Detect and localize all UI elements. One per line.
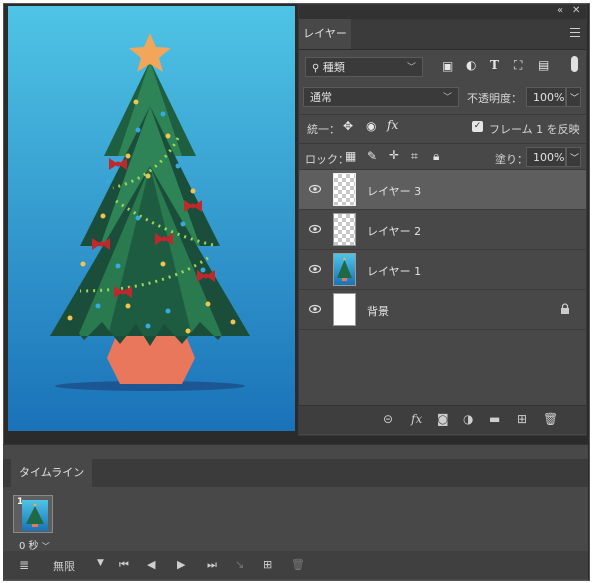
layer-row[interactable]: レイヤー 1 (299, 250, 586, 290)
collapse-panels-icon[interactable]: « (557, 5, 563, 16)
layer-name: レイヤー 1 (367, 265, 422, 278)
lock-image-pixels-icon[interactable]: ✎ (367, 149, 377, 163)
layer-row[interactable]: レイヤー 2 (299, 210, 586, 250)
document-canvas[interactable] (8, 6, 295, 431)
panel-menu-icon[interactable] (570, 28, 580, 38)
opacity-input[interactable]: 100% (526, 87, 566, 107)
timeline-tab-row: タイムライン (3, 459, 588, 487)
first-frame-icon[interactable]: ⏮ (119, 558, 129, 572)
layer-row[interactable]: レイヤー 3 (299, 170, 586, 210)
unify-style-icon[interactable]: fx (387, 118, 398, 132)
shape-filter-icon[interactable]: ⛶ (514, 58, 522, 73)
type-filter-icon[interactable]: T (490, 58, 499, 72)
chevron-down-icon: ﹀ (406, 63, 416, 73)
fill-label: 塗り： (495, 153, 528, 166)
blend-mode-value: 通常 (310, 91, 332, 104)
add-layer-style-icon[interactable]: fx (411, 412, 422, 426)
unify-label: 統一： (307, 123, 340, 136)
visibility-eye-icon[interactable] (309, 184, 321, 194)
filter-toggle[interactable] (571, 56, 578, 72)
loop-select[interactable]: 無限 (53, 558, 75, 574)
fill-input[interactable]: 100% (526, 147, 566, 167)
opacity-value: 100% (533, 91, 565, 104)
layers-bottom-bar: ⊝ fx ◙ ◑ ▬ ⊞ 🗑︎ (299, 405, 586, 434)
animation-frame[interactable]: 1 (13, 495, 53, 533)
unify-visibility-icon[interactable]: ◉ (366, 119, 376, 133)
add-mask-icon[interactable]: ◙ (437, 412, 449, 426)
frame-thumbnail (22, 500, 48, 531)
lock-all-icon[interactable]: 🔒︎ (433, 149, 439, 164)
unify-position-icon[interactable]: ✥ (343, 119, 353, 133)
image-filter-icon[interactable]: ▣ (442, 59, 453, 73)
adjustment-filter-icon[interactable]: ◐ (466, 58, 476, 72)
previous-frame-icon[interactable]: ◀ (147, 558, 155, 571)
delete-layer-icon[interactable]: 🗑︎ (543, 412, 558, 426)
lock-label: ロック： (305, 153, 349, 166)
timeline-controls: ≣ 無限 ▼ ⏮ ◀ ▶ ⏭ ↘ ⊞ 🗑︎ (3, 551, 588, 579)
visibility-eye-icon[interactable] (309, 224, 321, 234)
close-icon[interactable]: ✕ (572, 5, 580, 16)
divider (299, 143, 586, 144)
propagate-frame-checkbox[interactable]: ✓ (472, 121, 483, 132)
propagate-frame-label: フレーム 1 を反映 (489, 123, 580, 136)
new-group-icon[interactable]: ▬ (489, 412, 500, 426)
link-layers-icon[interactable]: ⊝ (383, 412, 393, 426)
layer-row[interactable]: 背景 (299, 290, 586, 330)
lock-icon (561, 303, 569, 314)
chevron-down-icon: ﹀ (570, 154, 580, 164)
chevron-down-icon: ﹀ (41, 542, 50, 551)
tree-thumbnail-icon (337, 257, 352, 281)
lock-position-icon[interactable]: ✛ (389, 148, 399, 162)
opacity-label: 不透明度： (467, 92, 522, 105)
layer-thumbnail (333, 173, 356, 206)
play-icon[interactable]: ▶ (177, 558, 185, 571)
layers-tab-row: レイヤー (299, 19, 586, 50)
lock-transparent-pixels-icon[interactable]: ▦ (345, 149, 356, 163)
layer-thumbnail (333, 253, 356, 286)
tab-timeline[interactable]: タイムライン (11, 459, 93, 487)
layer-name: レイヤー 2 (367, 225, 422, 238)
filter-kind-label: 種類 (322, 61, 345, 74)
filter-kind-select[interactable]: ⚲ 種類 ﹀ (305, 57, 423, 77)
loop-value: 無限 (53, 560, 75, 573)
duplicate-frame-icon[interactable]: ⊞ (263, 558, 272, 571)
opacity-dropdown[interactable]: ﹀ (566, 87, 581, 107)
blend-mode-select[interactable]: 通常 ﹀ (303, 87, 459, 107)
panel-header-strip: « ✕ (299, 5, 586, 19)
layer-thumbnail (333, 213, 356, 246)
smart-object-filter-icon[interactable]: ▤ (538, 58, 549, 72)
chevron-down-icon: ﹀ (442, 93, 452, 103)
convert-to-video-timeline-icon[interactable]: ≣ (19, 558, 29, 572)
tween-icon[interactable]: ↘ (235, 558, 244, 571)
layer-name: 背景 (367, 305, 389, 318)
new-adjustment-layer-icon[interactable]: ◑ (463, 412, 473, 426)
frame-delay-select[interactable]: 0 秒 ﹀ (19, 537, 50, 552)
artboard-lock-icon[interactable]: ⌗ (411, 149, 418, 164)
next-frame-icon[interactable]: ⏭ (207, 558, 217, 572)
layer-name: レイヤー 3 (367, 185, 422, 198)
tab-layers[interactable]: レイヤー (299, 19, 351, 49)
tree-thumbnail-icon (26, 503, 44, 527)
delete-frame-icon[interactable]: 🗑︎ (291, 558, 305, 571)
visibility-eye-icon[interactable] (309, 264, 321, 274)
fill-value: 100% (533, 151, 565, 164)
fill-dropdown[interactable]: ﹀ (566, 147, 581, 167)
search-icon: ⚲ (312, 63, 320, 74)
chevron-down-icon: ﹀ (570, 94, 580, 104)
visibility-eye-icon[interactable] (309, 304, 321, 314)
layers-panel: « ✕ レイヤー ⚲ 種類 ﹀ ▣ ◐ T ⛶ ▤ 通常 ﹀ 不透明度： 100… (298, 4, 587, 436)
layer-thumbnail (333, 293, 356, 326)
new-layer-icon[interactable]: ⊞ (517, 412, 527, 426)
chevron-down-icon[interactable]: ▼ (97, 558, 104, 568)
timeline-panel: タイムライン 1 0 秒 ﹀ ≣ 無限 ▼ ⏮ ◀ ▶ ⏭ ↘ ⊞ 🗑︎ (3, 444, 588, 580)
divider (299, 114, 586, 115)
